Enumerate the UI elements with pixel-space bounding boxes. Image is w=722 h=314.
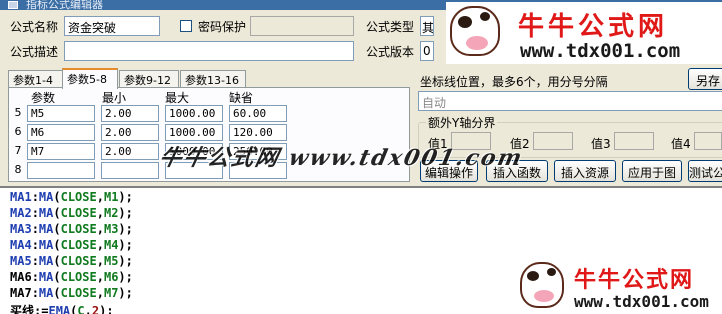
coord-line-label: 坐标线位置，最多6个，用分号分隔 <box>420 75 608 89</box>
param-min-cell[interactable] <box>101 162 159 179</box>
col-header-min: 最小 <box>102 91 127 105</box>
brand-overlay-bottom: 牛牛公式网 www.tdx001.com <box>446 260 722 314</box>
row-number: 8 <box>14 163 22 176</box>
formula-desc-label: 公式描述 <box>10 45 59 59</box>
value-2-input[interactable] <box>533 132 573 150</box>
apply-to-chart-button[interactable]: 应用于图 <box>622 160 682 182</box>
formula-name-label: 公式名称 <box>10 20 59 34</box>
password-input[interactable] <box>250 16 354 36</box>
param-default-cell[interactable]: 60.00 <box>229 105 287 122</box>
col-header-max: 最大 <box>165 91 190 105</box>
coord-line-input[interactable]: 自动 <box>418 91 722 111</box>
code-line: MA6:MA(CLOSE,M6); <box>10 270 133 284</box>
password-checkbox[interactable] <box>180 20 192 32</box>
param-min-cell[interactable]: 2.00 <box>101 105 159 122</box>
insert-resource-button[interactable]: 插入资源 <box>554 160 616 182</box>
param-name-cell[interactable]: M6 <box>27 124 95 141</box>
save-as-button[interactable]: 另存 <box>688 68 722 90</box>
cow-mascot-icon <box>520 262 564 308</box>
extra-y-axis-label: 额外Y轴分界 <box>426 114 498 131</box>
tab-params-1-4[interactable]: 参数1-4 <box>8 70 63 87</box>
formula-type-select[interactable]: 其 <box>420 16 434 36</box>
code-line: MA2:MA(CLOSE,M2); <box>10 206 133 220</box>
param-min-cell[interactable]: 2.00 <box>101 124 159 141</box>
window-title: 指标公式编辑器 <box>26 0 103 10</box>
col-header-param: 参数 <box>31 91 56 105</box>
site-watermark: 牛牛公式网 www.tdx001.com <box>156 145 526 171</box>
brand-url: www.tdx001.com <box>520 40 681 62</box>
param-max-cell[interactable]: 1000.00 <box>165 124 223 141</box>
brand-overlay-top: 牛牛公式网 www.tdx001.com <box>446 2 722 64</box>
param-min-cell[interactable]: 2.00 <box>101 143 159 160</box>
cow-mascot-icon <box>450 6 500 56</box>
value-4-label: 值4 <box>671 137 691 151</box>
value-4-input[interactable] <box>694 132 722 150</box>
code-line: 买线:=EMA(C,2); <box>10 304 114 314</box>
param-name-cell[interactable]: M7 <box>27 143 95 160</box>
code-line: MA7:MA(CLOSE,M7); <box>10 286 133 300</box>
password-label: 密码保护 <box>198 20 247 34</box>
code-line: MA3:MA(CLOSE,M3); <box>10 222 133 236</box>
app-icon <box>8 1 18 9</box>
param-name-cell[interactable]: M5 <box>27 105 95 122</box>
code-line: MA4:MA(CLOSE,M4); <box>10 238 133 252</box>
test-formula-button[interactable]: 测试公式 <box>688 160 722 182</box>
tab-params-13-16[interactable]: 参数13-16 <box>180 70 246 87</box>
formula-type-label: 公式类型 <box>366 20 415 34</box>
row-number: 5 <box>14 106 22 119</box>
value-3-label: 值3 <box>591 137 611 151</box>
formula-version-label: 公式版本 <box>366 45 415 59</box>
brand-title: 牛牛公式网 <box>518 12 669 42</box>
formula-desc-input[interactable] <box>64 41 354 61</box>
param-max-cell[interactable]: 1000.00 <box>165 105 223 122</box>
param-name-cell[interactable] <box>27 162 95 179</box>
formula-name-input[interactable]: 资金突破 <box>64 16 160 36</box>
formula-version-input[interactable]: 0 <box>420 41 434 61</box>
row-number: 6 <box>14 125 22 138</box>
param-default-cell[interactable]: 120.00 <box>229 124 287 141</box>
tab-params-5-8[interactable]: 参数5-8 <box>62 68 118 89</box>
code-line: MA1:MA(CLOSE,M1); <box>10 190 133 204</box>
brand-url: www.tdx001.com <box>574 292 709 311</box>
brand-title: 牛牛公式网 <box>574 267 695 293</box>
code-line: MA5:MA(CLOSE,M5); <box>10 254 133 268</box>
col-header-default: 缺省 <box>229 91 254 105</box>
row-number: 7 <box>14 144 22 157</box>
tab-params-9-12[interactable]: 参数9-12 <box>119 70 179 87</box>
value-3-input[interactable] <box>614 132 654 150</box>
